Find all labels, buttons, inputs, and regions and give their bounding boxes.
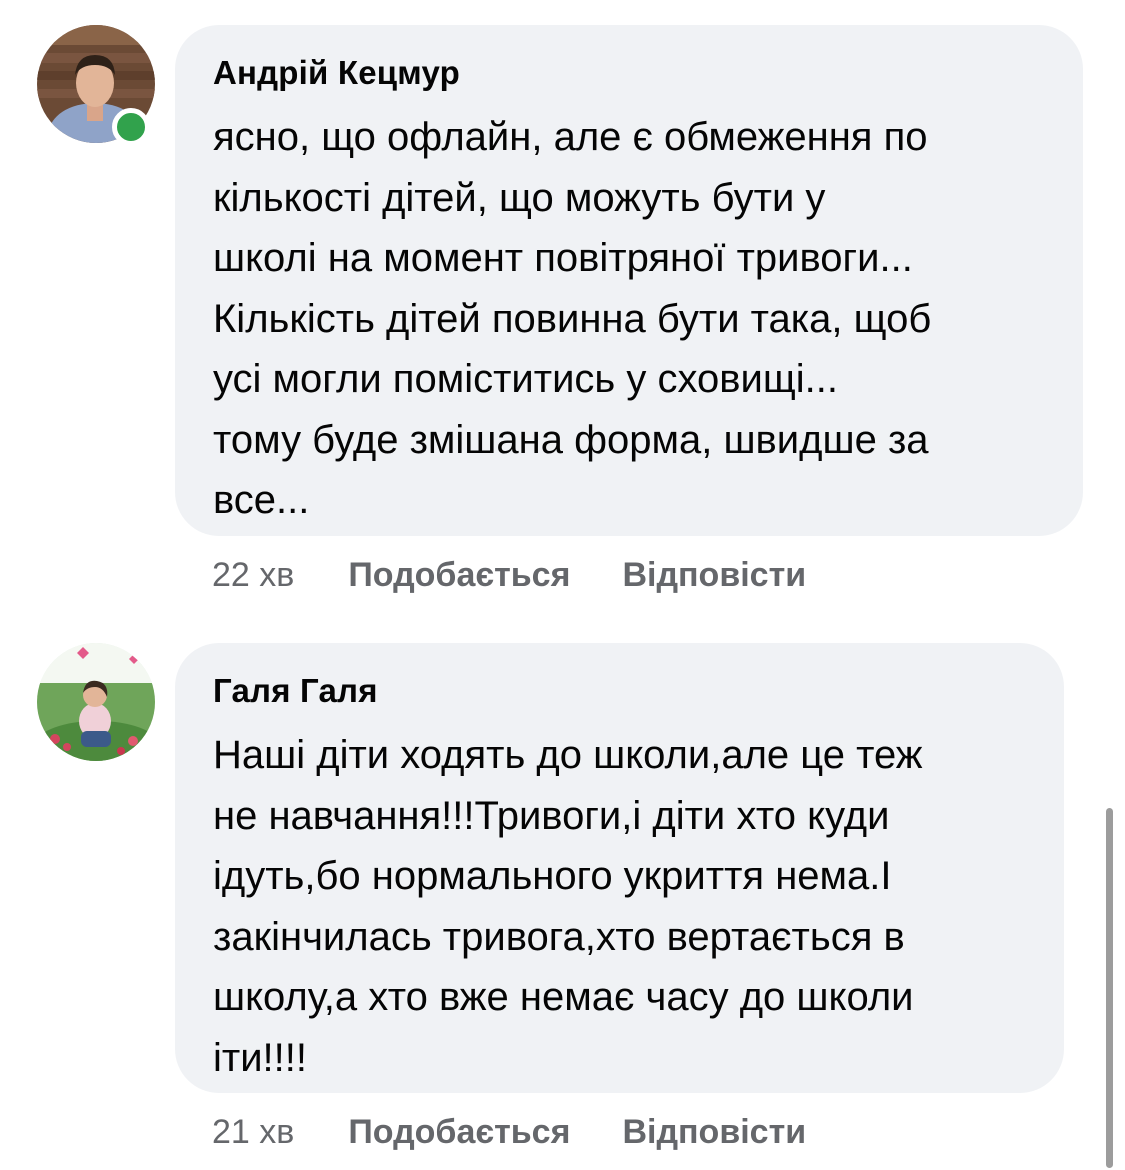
scrollbar[interactable] bbox=[1106, 808, 1113, 1168]
comment-author[interactable]: Андрій Кецмур bbox=[213, 53, 1045, 93]
reply-button[interactable]: Відповісти bbox=[622, 1112, 806, 1152]
comment-actions: 21 хв Подобається Відповісти bbox=[212, 1112, 806, 1152]
comment-text: ясно, що офлайн, але є обмеження по кіль… bbox=[213, 115, 932, 522]
comment-bubble: Галя Галя Наші діти ходять до школи,але … bbox=[175, 643, 1064, 1093]
avatar[interactable] bbox=[37, 643, 155, 761]
comment-author[interactable]: Галя Галя bbox=[213, 671, 1026, 711]
comment-actions: 22 хв Подобається Відповісти bbox=[212, 555, 806, 595]
online-status-icon bbox=[112, 108, 150, 146]
like-button[interactable]: Подобається bbox=[348, 1112, 570, 1152]
comment-timestamp[interactable]: 21 хв bbox=[212, 1112, 294, 1152]
comment-text: Наші діти ходять до школи,але це теж не … bbox=[213, 733, 923, 1080]
like-button[interactable]: Подобається bbox=[348, 555, 570, 595]
avatar-image bbox=[37, 643, 155, 761]
comment-timestamp[interactable]: 22 хв bbox=[212, 555, 294, 595]
reply-button[interactable]: Відповісти bbox=[622, 555, 806, 595]
comment-bubble: Андрій Кецмур ясно, що офлайн, але є обм… bbox=[175, 25, 1083, 536]
